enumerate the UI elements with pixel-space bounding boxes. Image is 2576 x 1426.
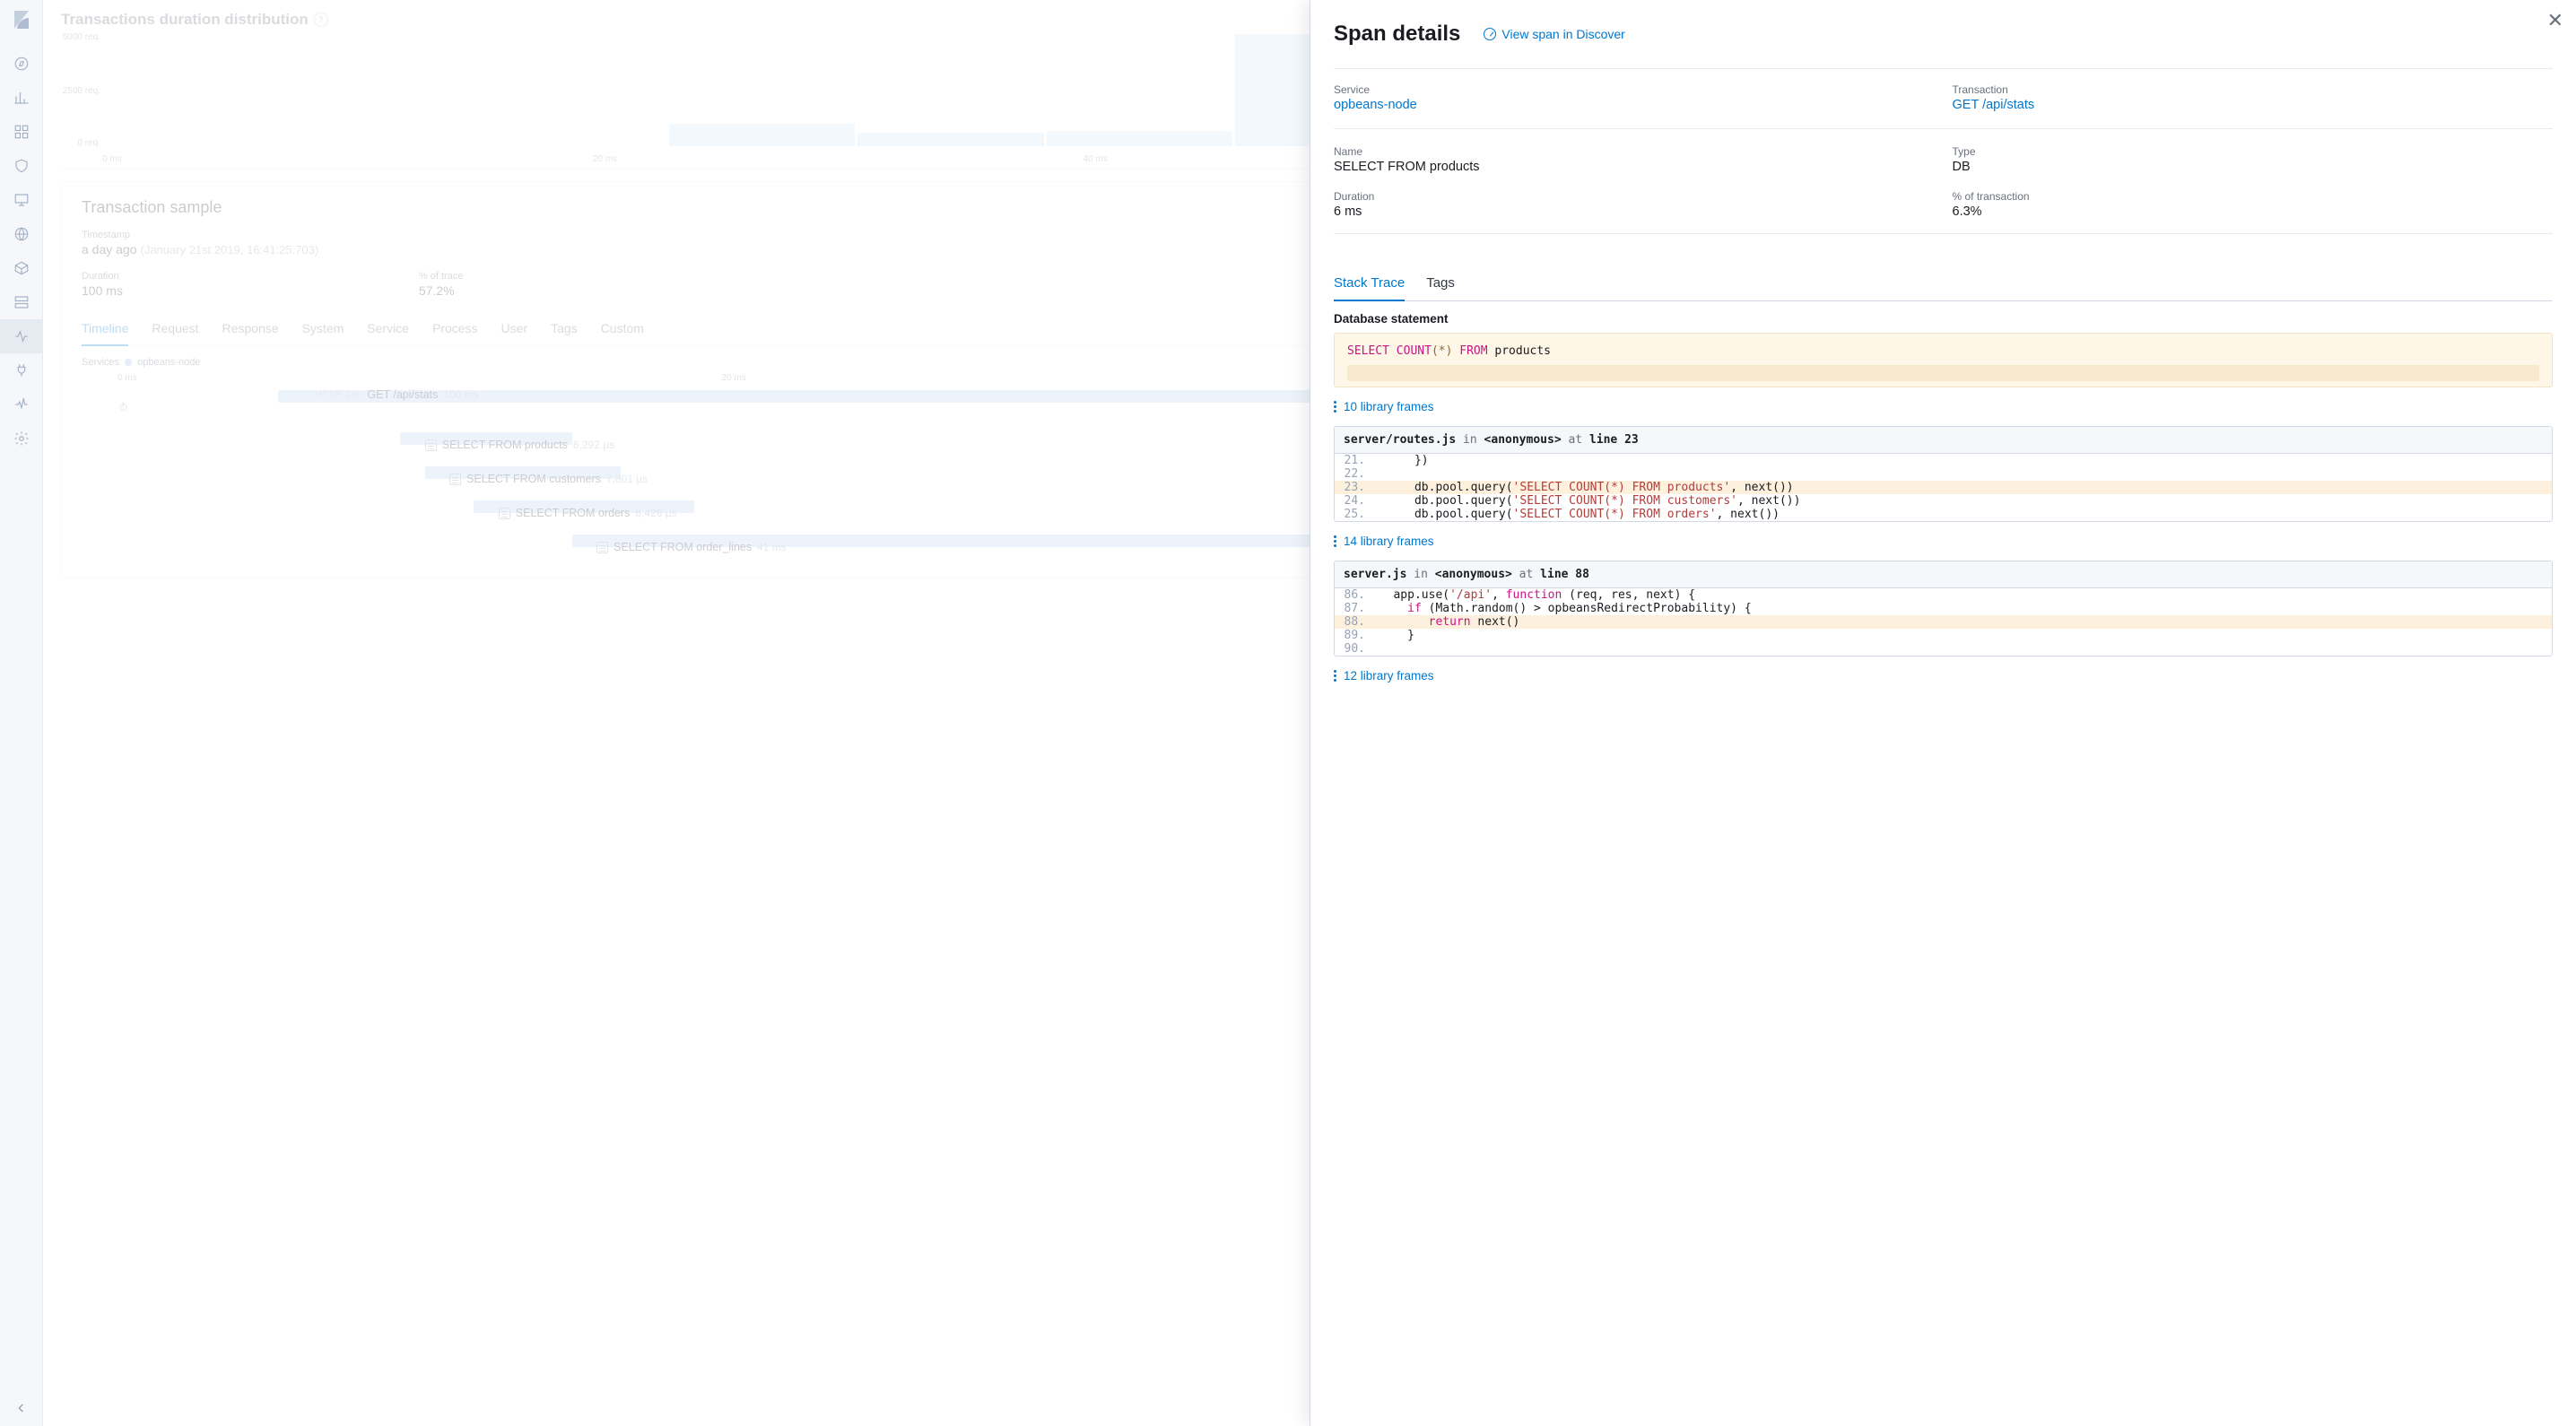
nav-dashboard-icon[interactable] bbox=[0, 115, 43, 149]
nav-maps-icon[interactable] bbox=[0, 217, 43, 251]
db-scroll-track[interactable] bbox=[1347, 365, 2539, 381]
transaction-link[interactable]: GET /api/stats bbox=[1953, 98, 2554, 112]
nav-shield-icon[interactable] bbox=[0, 149, 43, 183]
type-label: Type bbox=[1953, 145, 2554, 158]
transaction-label: Transaction bbox=[1953, 83, 2554, 96]
library-frames-label: 10 library frames bbox=[1344, 400, 1434, 413]
code-line: 24. db.pool.query('SELECT COUNT(*) FROM … bbox=[1335, 494, 2552, 508]
nav-infra-icon[interactable] bbox=[0, 285, 43, 319]
view-in-discover-link[interactable]: View span in Discover bbox=[1484, 27, 1624, 41]
code-line: 90. bbox=[1335, 642, 2552, 656]
name-value: SELECT FROM products bbox=[1334, 160, 1935, 174]
stack-frame-1: server/routes.js in <anonymous> at line … bbox=[1334, 426, 2553, 522]
pct-txn-label: % of transaction bbox=[1953, 190, 2554, 203]
flyout-title: Span details bbox=[1334, 22, 1460, 47]
code-line: 21. }) bbox=[1335, 454, 2552, 467]
library-frames-toggle[interactable]: 14 library frames bbox=[1334, 535, 2553, 548]
frame-header: server/routes.js in <anonymous> at line … bbox=[1335, 427, 2552, 454]
code-line: 88. return next() bbox=[1335, 615, 2552, 629]
pct-txn-value: 6.3% bbox=[1953, 204, 2554, 219]
nav-gear-icon[interactable] bbox=[0, 422, 43, 456]
code-line: 25. db.pool.query('SELECT COUNT(*) FROM … bbox=[1335, 508, 2552, 521]
nav-visualize-icon[interactable] bbox=[0, 81, 43, 115]
nav-rail bbox=[0, 0, 43, 1426]
close-icon[interactable]: ✕ bbox=[2547, 11, 2563, 30]
service-link[interactable]: opbeans-node bbox=[1334, 98, 1935, 112]
code-line: 87. if (Math.random() > opbeansRedirectP… bbox=[1335, 602, 2552, 615]
flyout-tabs: Stack Trace Tags bbox=[1334, 266, 2553, 301]
nav-compass-icon[interactable] bbox=[0, 47, 43, 81]
nav-canvas-icon[interactable] bbox=[0, 183, 43, 217]
span-meta-grid: Service opbeans-node Transaction GET /api/… bbox=[1334, 68, 2553, 234]
span-duration-label: Duration bbox=[1334, 190, 1935, 203]
service-label: Service bbox=[1334, 83, 1935, 96]
discover-icon bbox=[1484, 28, 1496, 40]
type-value: DB bbox=[1953, 160, 2554, 174]
library-frames-label: 12 library frames bbox=[1344, 669, 1434, 683]
code-line: 89. } bbox=[1335, 629, 2552, 642]
library-frames-toggle[interactable]: 10 library frames bbox=[1334, 400, 2553, 413]
library-frames-label: 14 library frames bbox=[1344, 535, 1434, 548]
tab-tags[interactable]: Tags bbox=[1426, 266, 1455, 300]
db-statement-block: SELECT COUNT(*) FROM products bbox=[1334, 333, 2553, 387]
discover-link-label: View span in Discover bbox=[1501, 27, 1624, 41]
nav-package-icon[interactable] bbox=[0, 251, 43, 285]
code-line: 23. db.pool.query('SELECT COUNT(*) FROM … bbox=[1335, 481, 2552, 494]
nav-collapse-icon[interactable] bbox=[0, 1390, 43, 1426]
span-details-flyout: ✕ Span details View span in Discover Ser… bbox=[1310, 0, 2576, 1426]
kibana-logo-icon[interactable] bbox=[7, 5, 36, 34]
tab-stack-trace[interactable]: Stack Trace bbox=[1334, 266, 1405, 301]
db-statement-label: Database statement bbox=[1334, 312, 2553, 326]
name-label: Name bbox=[1334, 145, 1935, 158]
nav-plug-icon[interactable] bbox=[0, 353, 43, 387]
code-line: 22. bbox=[1335, 467, 2552, 481]
stack-frame-2: server.js in <anonymous> at line 88 86. … bbox=[1334, 561, 2553, 656]
page: Transactions duration distribution ? 500… bbox=[43, 0, 2576, 1426]
code-line: 86. app.use('/api', function (req, res, … bbox=[1335, 588, 2552, 602]
library-frames-toggle[interactable]: 12 library frames bbox=[1334, 669, 2553, 683]
nav-uptime-icon[interactable] bbox=[0, 387, 43, 422]
nav-apm-icon[interactable] bbox=[0, 319, 43, 353]
frame-header: server.js in <anonymous> at line 88 bbox=[1335, 561, 2552, 588]
span-duration-value: 6 ms bbox=[1334, 204, 1935, 219]
